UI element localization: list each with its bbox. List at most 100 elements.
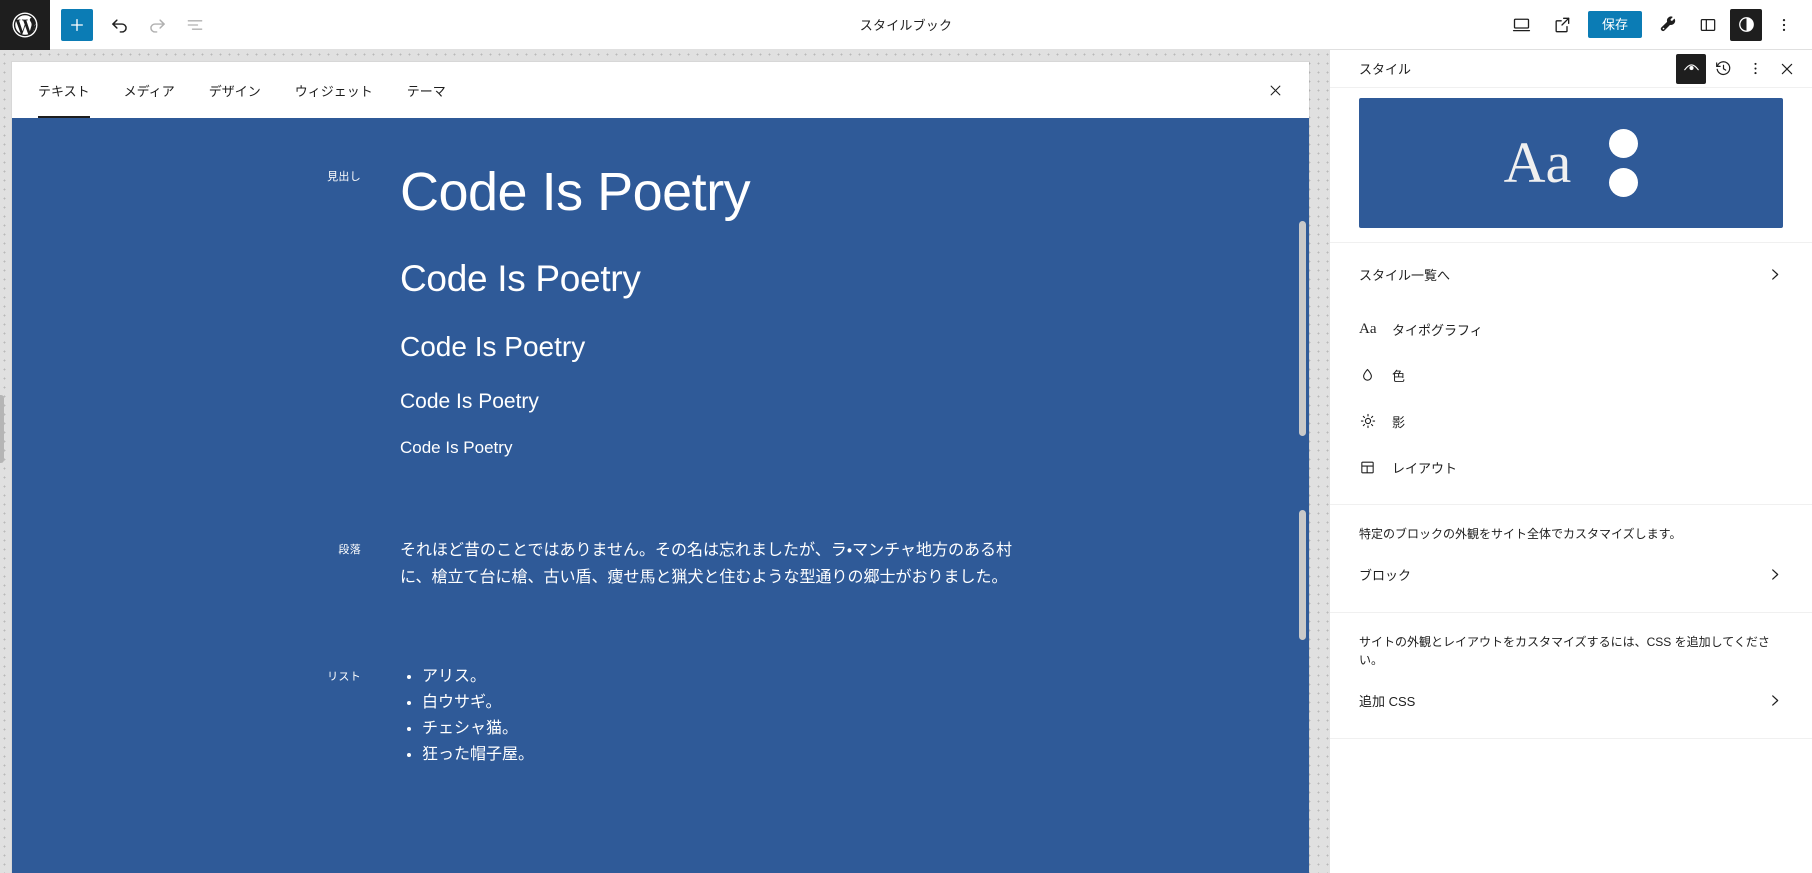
sidebar-item-label: ブロック <box>1359 568 1412 584</box>
editor-body: テキスト メディア デザイン ウィジェット テーマ 見出し Code Is Po… <box>0 50 1812 873</box>
scrollbar-thumb-secondary[interactable] <box>1299 510 1306 640</box>
close-x-icon <box>1779 61 1795 77</box>
device-preview-button[interactable] <box>1504 7 1540 43</box>
heading-h3-sample: Code Is Poetry <box>400 331 586 363</box>
close-x-icon <box>1268 83 1283 98</box>
tab-label: デザイン <box>208 83 261 99</box>
palette-dot <box>1609 168 1639 197</box>
sidebar-item-shadows[interactable]: 影 <box>1330 398 1812 444</box>
tab-label: テーマ <box>406 83 446 99</box>
wordpress-logo-button[interactable] <box>0 0 50 50</box>
sidebar-item-label: タイポグラフィ <box>1392 322 1483 338</box>
sidebar-item-additional-css[interactable]: 追加 CSS <box>1330 678 1812 724</box>
wordpress-logo-icon <box>10 10 40 40</box>
editor-canvas-area: テキスト メディア デザイン ウィジェット テーマ 見出し Code Is Po… <box>0 50 1329 873</box>
tab-design[interactable]: デザイン <box>192 62 278 118</box>
palette-dot <box>1609 129 1639 158</box>
list-sample-wrap: アリス。 白ウサギ。 チェシャ猫。 狂った帽子屋。 <box>400 664 1309 768</box>
styles-nav-group: スタイル一覧へ Aa タイポグラフィ 色 影 レイアウト <box>1330 243 1812 490</box>
browse-styles-label: スタイル一覧へ <box>1359 267 1451 283</box>
styles-button[interactable] <box>1730 8 1762 41</box>
toolbar-right-group: 保存 <box>1504 7 1812 43</box>
sidebar-item-label: 色 <box>1392 368 1406 384</box>
three-dots-vertical-icon <box>1775 16 1793 34</box>
color-droplet-icon <box>1359 367 1383 384</box>
close-sidebar-button[interactable] <box>1772 54 1802 84</box>
style-preview-card-wrap: Aa <box>1330 88 1812 228</box>
sidebar-item-typography[interactable]: Aa タイポグラフィ <box>1330 306 1812 352</box>
more-options-button[interactable] <box>1766 7 1802 43</box>
tab-label: メディア <box>123 83 175 99</box>
style-preview-sample-text: Aa <box>1503 130 1572 195</box>
tools-button[interactable] <box>1650 7 1686 43</box>
styles-sidebar-actions <box>1676 53 1802 84</box>
list-item: 狂った帽子屋。 <box>422 742 1269 768</box>
canvas-resize-handle[interactable] <box>0 395 4 463</box>
sidebar-item-label: 追加 CSS <box>1359 694 1416 710</box>
heading-h4-sample: Code Is Poetry <box>400 390 539 414</box>
list-view-button[interactable] <box>177 7 213 43</box>
shadow-sun-icon <box>1359 412 1383 430</box>
blocks-section-description: 特定のブロックの外観をサイト全体でカスタマイズします。 <box>1359 527 1682 541</box>
tab-media[interactable]: メディア <box>107 62 192 118</box>
redo-button[interactable] <box>139 7 175 43</box>
section-label-paragraph: 段落 <box>338 543 361 556</box>
view-site-button[interactable] <box>1544 7 1580 43</box>
section-label-list: リスト <box>327 670 361 683</box>
heading-h5-sample: Code Is Poetry <box>400 438 513 458</box>
list-item: チェシャ猫。 <box>422 716 1269 742</box>
section-label-heading: 見出し <box>327 171 361 183</box>
close-style-book-button[interactable] <box>1255 62 1295 118</box>
external-link-icon <box>1552 15 1572 35</box>
style-preview-eye-icon <box>1682 59 1701 78</box>
revision-history-icon <box>1714 59 1733 78</box>
style-section-heading: 見出し Code Is Poetry Code Is Poetry Code I… <box>12 162 1309 459</box>
style-book-preview: 見出し Code Is Poetry Code Is Poetry Code I… <box>12 118 1309 873</box>
undo-button[interactable] <box>101 7 137 43</box>
style-section-list: リスト アリス。 白ウサギ。 チェシャ猫。 狂った帽子屋。 <box>12 664 1309 768</box>
list-sample: アリス。 白ウサギ。 チェシャ猫。 狂った帽子屋。 <box>400 664 1269 768</box>
chevron-right-icon <box>1766 566 1783 583</box>
save-button[interactable]: 保存 <box>1587 11 1642 38</box>
tab-text[interactable]: テキスト <box>21 62 107 118</box>
divider <box>1330 737 1812 739</box>
wordpress-site-editor: スタイルブック 保存 テキスト メディア デザイン ウィジェット テーマ 見出し… <box>0 0 1812 873</box>
tab-label: ウィジェット <box>294 83 373 99</box>
heading-h2-sample: Code Is Poetry <box>400 258 641 300</box>
tab-label: テキスト <box>38 83 90 99</box>
sidebar-item-label: レイアウト <box>1392 460 1458 476</box>
list-item: 白ウサギ。 <box>422 690 1269 716</box>
tab-theme[interactable]: テーマ <box>390 62 463 118</box>
sidebar-item-label: 影 <box>1392 414 1406 430</box>
chevron-right-icon <box>1766 692 1783 709</box>
styles-more-options-button[interactable] <box>1740 54 1770 84</box>
layout-icon <box>1359 459 1383 476</box>
style-preview-card[interactable]: Aa <box>1359 98 1783 228</box>
sidebar-item-colors[interactable]: 色 <box>1330 352 1812 398</box>
style-book-toggle-button[interactable] <box>1676 53 1706 84</box>
style-book-tablist: テキスト メディア デザイン ウィジェット テーマ <box>12 62 1309 118</box>
three-dots-vertical-icon <box>1747 60 1764 77</box>
block-inserter-button[interactable] <box>61 8 93 41</box>
scrollbar-thumb[interactable] <box>1299 221 1306 436</box>
style-book-scrollbar[interactable] <box>1299 178 1306 873</box>
sidebar-item-blocks[interactable]: ブロック <box>1330 552 1812 598</box>
revisions-button[interactable] <box>1708 54 1738 84</box>
typography-aa-icon: Aa <box>1359 320 1377 337</box>
styles-sidebar: スタイル Aa スタイル一覧へ Aa タイポグラフィ 色 影 レイアウト 特定の… <box>1329 50 1812 873</box>
redo-arrow-icon <box>147 14 168 35</box>
toggle-sidebar-button[interactable] <box>1690 7 1726 43</box>
list-view-icon <box>185 15 205 35</box>
browse-styles-row[interactable]: スタイル一覧へ <box>1330 251 1812 297</box>
paragraph-sample: それほど昔のことではありません。その名は忘れましたが、ラ・マンチャ地方のある村に… <box>400 541 1013 587</box>
heading-samples: Code Is Poetry Code Is Poetry Code Is Po… <box>400 162 1309 459</box>
plus-icon <box>67 15 87 35</box>
styles-sidebar-header: スタイル <box>1330 50 1812 88</box>
heading-h1-sample: Code Is Poetry <box>400 162 751 222</box>
chevron-right-icon <box>1766 266 1783 283</box>
contrast-circle-icon <box>1737 15 1756 34</box>
sidebar-item-layout[interactable]: レイアウト <box>1330 444 1812 490</box>
style-preview-palette <box>1609 129 1639 197</box>
tab-widgets[interactable]: ウィジェット <box>278 62 390 118</box>
styles-sidebar-title: スタイル <box>1359 62 1412 77</box>
